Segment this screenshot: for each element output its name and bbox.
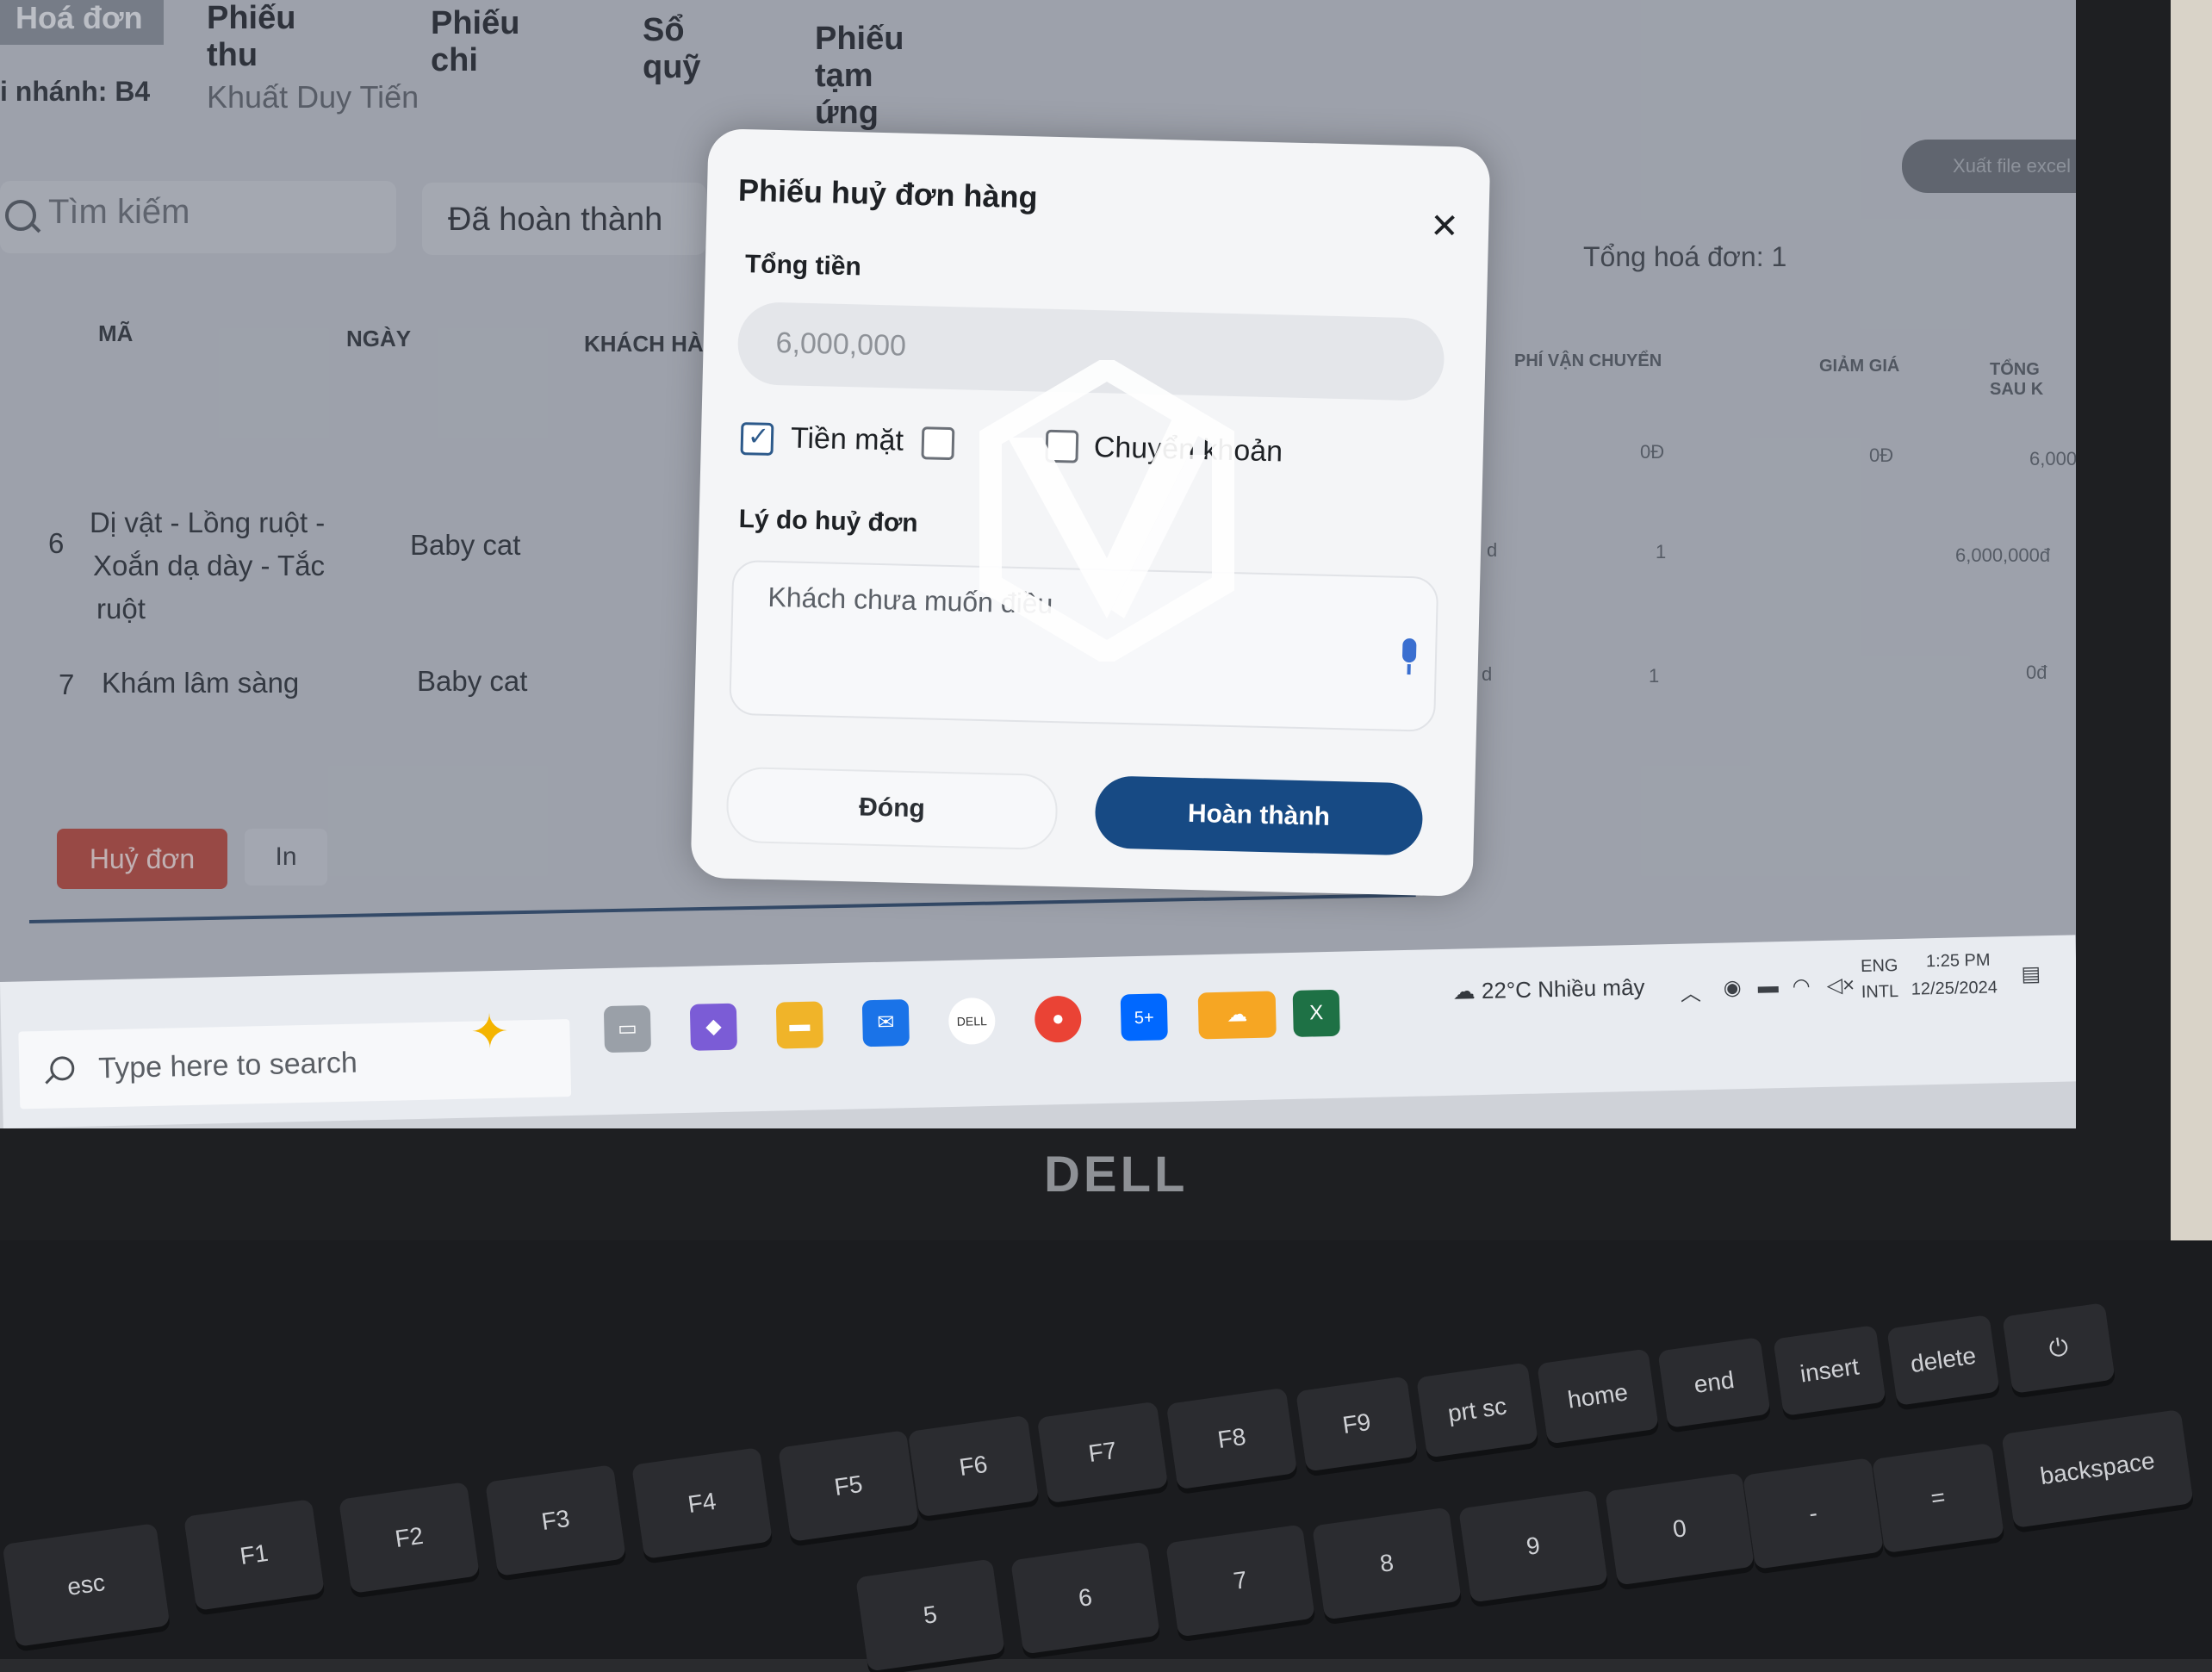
- tray-chevron-icon[interactable]: ︿: [1680, 976, 1702, 1007]
- weather-text: 22°C Nhiều mây: [1481, 973, 1645, 1004]
- key-9[interactable]: 9: [1458, 1489, 1608, 1603]
- search-icon: [49, 1056, 75, 1081]
- laptop-keyboard: esc F1 F2 F3 F4 F5 F6 F7 F8 F9 prt sc ho…: [0, 1240, 2212, 1672]
- watermark-logo-icon: [979, 360, 1234, 662]
- key-f9[interactable]: F9: [1296, 1376, 1418, 1472]
- complete-button[interactable]: Hoàn thành: [1094, 775, 1424, 856]
- dell-app-icon[interactable]: DELL: [948, 997, 996, 1046]
- mail-icon[interactable]: ✉: [861, 999, 910, 1047]
- key-equals[interactable]: =: [1872, 1442, 2004, 1554]
- notification-center-icon[interactable]: ▤: [2021, 961, 2041, 987]
- clock-date[interactable]: 12/25/2024: [1911, 978, 1998, 999]
- close-button[interactable]: Đóng: [725, 766, 1059, 851]
- key-home[interactable]: home: [1537, 1348, 1659, 1445]
- language-top[interactable]: ENG: [1861, 956, 1898, 977]
- key-f3[interactable]: F3: [485, 1464, 626, 1576]
- key-f8[interactable]: F8: [1165, 1387, 1298, 1490]
- cloud-app-icon[interactable]: ☁: [1197, 991, 1277, 1040]
- laptop-lid: Hoá đơn Phiếu thu Phiếu chi Sổ quỹ Phiếu…: [0, 0, 2171, 1292]
- key-prtsc[interactable]: prt sc: [1416, 1362, 1538, 1458]
- excel-icon[interactable]: X: [1292, 989, 1340, 1037]
- key-insert[interactable]: insert: [1773, 1325, 1886, 1416]
- key-f1[interactable]: F1: [183, 1499, 325, 1611]
- key-f5[interactable]: F5: [778, 1430, 919, 1542]
- power-button-icon[interactable]: ⏻: [2002, 1302, 2116, 1394]
- key-delete[interactable]: delete: [1886, 1315, 2000, 1406]
- secondary-checkbox[interactable]: [921, 426, 955, 461]
- laptop-screen: Hoá đơn Phiếu thu Phiếu chi Sổ quỹ Phiếu…: [0, 0, 2076, 1128]
- key-5[interactable]: 5: [855, 1558, 1005, 1672]
- key-esc[interactable]: esc: [2, 1523, 171, 1647]
- cash-label: Tiền mặt: [790, 421, 904, 457]
- app-window: Hoá đơn Phiếu thu Phiếu chi Sổ quỹ Phiếu…: [0, 0, 2076, 982]
- key-6[interactable]: 6: [1010, 1541, 1160, 1655]
- key-f7[interactable]: F7: [1036, 1401, 1169, 1504]
- key-minus[interactable]: -: [1743, 1458, 1884, 1569]
- network-icon[interactable]: ◉: [1723, 975, 1742, 1000]
- key-8[interactable]: 8: [1312, 1507, 1462, 1620]
- language-bottom[interactable]: INTL: [1861, 982, 1899, 1003]
- file-explorer-icon[interactable]: ▬: [775, 1001, 823, 1049]
- key-f6[interactable]: F6: [907, 1414, 1040, 1518]
- volume-muted-icon[interactable]: ◁×: [1826, 973, 1855, 998]
- taskbar-search-placeholder: Type here to search: [97, 1046, 358, 1085]
- close-icon[interactable]: ✕: [1430, 207, 1460, 247]
- battery-icon[interactable]: ▬: [1757, 974, 1779, 999]
- zalo-icon[interactable]: 5+: [1120, 993, 1168, 1041]
- key-backspace[interactable]: backspace: [2001, 1408, 2194, 1529]
- dell-logo: DELL: [1044, 1147, 1189, 1203]
- key-0[interactable]: 0: [1605, 1472, 1755, 1586]
- key-f2[interactable]: F2: [339, 1482, 480, 1594]
- modal-title: Phiếu huỷ đơn hàng: [737, 171, 1039, 215]
- weather-widget[interactable]: ☁ 22°C Nhiều mây: [1452, 974, 1644, 1005]
- key-f4[interactable]: F4: [631, 1447, 773, 1559]
- cash-checkbox[interactable]: [740, 422, 774, 456]
- weather-icon: ☁: [1452, 977, 1482, 1004]
- key-end[interactable]: end: [1657, 1337, 1771, 1428]
- total-label: Tổng tiền: [744, 250, 862, 282]
- task-view-icon[interactable]: ▭: [603, 1004, 652, 1054]
- chrome-icon[interactable]: ●: [1034, 995, 1082, 1043]
- notification-badge: 5+: [1134, 1008, 1154, 1029]
- copilot-sparkle-icon[interactable]: ✦: [466, 1006, 513, 1059]
- wifi-icon[interactable]: ◠: [1792, 973, 1811, 998]
- clock-time[interactable]: 1:25 PM: [1926, 951, 1991, 973]
- reason-label: Lý do huỷ đơn: [738, 505, 919, 538]
- microphone-icon[interactable]: [1401, 637, 1417, 663]
- copilot-icon[interactable]: ◆: [689, 1003, 738, 1051]
- key-7[interactable]: 7: [1165, 1524, 1315, 1638]
